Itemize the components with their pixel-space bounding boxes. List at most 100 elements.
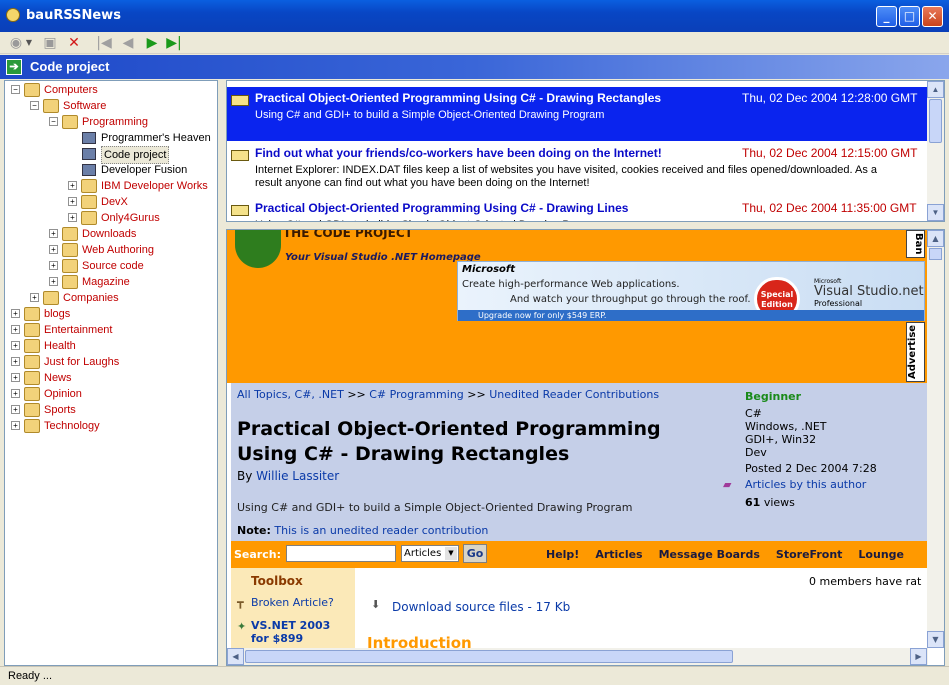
tree-node-label[interactable]: Technology xyxy=(44,418,100,434)
expand-icon[interactable]: + xyxy=(11,341,20,350)
tree-node[interactable]: Programmer's Heaven xyxy=(5,130,215,146)
item-title[interactable]: Practical Object-Oriented Programming Us… xyxy=(255,201,628,215)
tree-node[interactable]: + News xyxy=(5,370,215,386)
ad-cta[interactable]: Upgrade now for only $549 ERP. xyxy=(458,310,924,321)
delete-icon[interactable]: ✕ xyxy=(64,34,84,52)
last-item-icon[interactable]: ▶| xyxy=(164,34,184,52)
item-title[interactable]: Find out what your friends/co-workers ha… xyxy=(255,146,662,160)
next-item-icon[interactable]: ▶ xyxy=(142,34,162,52)
expand-icon[interactable]: + xyxy=(49,277,58,286)
tree-node[interactable]: + IBM Developer Works xyxy=(5,178,215,194)
site-nav-link[interactable]: StoreFront xyxy=(776,548,843,561)
tree-node[interactable]: + Technology xyxy=(5,418,215,434)
tree-node-label[interactable]: Source code xyxy=(82,258,144,274)
tree-node-label[interactable]: Entertainment xyxy=(44,322,112,338)
expand-icon[interactable]: + xyxy=(11,421,20,430)
minimize-button[interactable]: _ xyxy=(876,6,897,27)
tree-node[interactable]: + Sports xyxy=(5,402,215,418)
expand-icon[interactable]: + xyxy=(11,373,20,382)
expand-icon[interactable]: + xyxy=(11,389,20,398)
feed-item[interactable]: Find out what your friends/co-workers ha… xyxy=(227,142,928,196)
download-link[interactable]: Download source files - 17 Kb xyxy=(392,600,570,614)
tree-node[interactable]: + Health xyxy=(5,338,215,354)
site-nav-link[interactable]: Lounge xyxy=(858,548,904,561)
collapse-icon[interactable]: − xyxy=(11,85,20,94)
crumb-topics[interactable]: All Topics, C#, .NET xyxy=(237,388,344,401)
tree-node[interactable]: + Web Authoring xyxy=(5,242,215,258)
tree-node[interactable]: + DevX xyxy=(5,194,215,210)
feed-item[interactable]: Practical Object-Oriented Programming Us… xyxy=(227,87,928,141)
scroll-right-icon[interactable]: ▶ xyxy=(910,648,927,665)
tree-node-label[interactable]: Programmer's Heaven xyxy=(101,130,211,146)
author-link[interactable]: Willie Lassiter xyxy=(256,469,339,483)
scroll-down-icon[interactable]: ▼ xyxy=(927,631,944,648)
browser-vscrollbar[interactable]: ▲ ▼ xyxy=(927,230,944,648)
tree-node-label[interactable]: Downloads xyxy=(82,226,136,242)
vertical-splitter[interactable] xyxy=(219,80,225,666)
tree-node[interactable]: − Software xyxy=(5,98,215,114)
scroll-up-icon[interactable]: ▲ xyxy=(927,230,944,247)
folder-icon[interactable]: ▣ xyxy=(40,34,60,52)
feed-tree[interactable]: − Computers − Software − Programming Programme… xyxy=(4,80,218,666)
first-item-icon[interactable]: |◀ xyxy=(94,34,114,52)
tree-node-label[interactable]: News xyxy=(44,370,72,386)
tree-node[interactable]: − Programming xyxy=(5,114,215,130)
horizontal-splitter[interactable] xyxy=(226,222,945,229)
tree-node[interactable]: + Just for Laughs xyxy=(5,354,215,370)
site-search-input[interactable] xyxy=(286,545,396,562)
item-list[interactable]: Practical Object-Oriented Programming Us… xyxy=(226,80,945,222)
feed-item[interactable]: Practical Object-Oriented Programming Us… xyxy=(227,197,928,221)
note-link[interactable]: This is an unedited reader contribution xyxy=(274,524,488,537)
vs-ad-banner[interactable]: Microsoft Create high-performance Web ap… xyxy=(457,261,925,321)
search-go-button[interactable]: Go xyxy=(463,544,487,563)
dropdown-arrow-icon[interactable]: ▼ xyxy=(24,34,34,52)
tree-node-label[interactable]: DevX xyxy=(101,194,128,210)
tree-node-label[interactable]: IBM Developer Works xyxy=(101,178,208,194)
broken-article-link[interactable]: Broken Article? xyxy=(251,596,334,609)
collapse-icon[interactable]: − xyxy=(49,117,58,126)
tree-node-label[interactable]: Just for Laughs xyxy=(44,354,119,370)
tree-node-label[interactable]: Software xyxy=(63,98,106,114)
expand-icon[interactable]: + xyxy=(68,197,77,206)
tree-node-label[interactable]: Developer Fusion xyxy=(101,162,187,178)
advertise-tab[interactable]: Advertise xyxy=(906,322,925,382)
tree-node[interactable]: + Downloads xyxy=(5,226,215,242)
search-scope-select[interactable]: Articles ▼ xyxy=(401,545,459,562)
scroll-up-icon[interactable]: ▲ xyxy=(927,81,944,98)
expand-icon[interactable]: + xyxy=(68,181,77,190)
scroll-left-icon[interactable]: ◀ xyxy=(227,648,244,665)
list-scrollbar[interactable]: ▲ ▼ xyxy=(927,81,944,221)
site-nav-link[interactable]: Message Boards xyxy=(659,548,760,561)
article-browser[interactable]: THE CODE PROJECT Your Visual Studio .NET… xyxy=(226,229,945,666)
maximize-button[interactable]: □ xyxy=(899,6,920,27)
tree-node[interactable]: + Only4Gurus xyxy=(5,210,215,226)
tree-node[interactable]: Developer Fusion xyxy=(5,162,215,178)
tree-node[interactable]: + Magazine xyxy=(5,274,215,290)
tree-node-label[interactable]: Computers xyxy=(44,82,98,98)
title-bar[interactable]: bauRSSNews _ □ ✕ xyxy=(0,0,949,32)
tree-node-label[interactable]: Opinion xyxy=(44,386,82,402)
expand-icon[interactable]: + xyxy=(49,261,58,270)
collapse-icon[interactable]: − xyxy=(30,101,39,110)
author-articles-link[interactable]: Articles by this author xyxy=(745,478,866,491)
tree-node-label[interactable]: Web Authoring xyxy=(82,242,154,258)
tree-node-label[interactable]: Sports xyxy=(44,402,76,418)
expand-icon[interactable]: + xyxy=(11,357,20,366)
expand-icon[interactable]: + xyxy=(11,405,20,414)
scroll-thumb[interactable] xyxy=(929,99,942,143)
tree-node[interactable]: + Opinion xyxy=(5,386,215,402)
browser-hscrollbar[interactable]: ◀ ▶ xyxy=(227,648,928,665)
expand-icon[interactable]: + xyxy=(30,293,39,302)
scroll-down-icon[interactable]: ▼ xyxy=(927,204,944,221)
expand-icon[interactable]: + xyxy=(11,325,20,334)
tree-node-label[interactable]: Companies xyxy=(63,290,119,306)
tree-node-label[interactable]: blogs xyxy=(44,306,70,322)
expand-icon[interactable]: + xyxy=(68,213,77,222)
tree-node-label[interactable]: Programming xyxy=(82,114,148,130)
site-nav-link[interactable]: Help! xyxy=(546,548,579,561)
side-banner-tab[interactable]: Ban xyxy=(906,230,925,258)
crumb-sub[interactable]: Unedited Reader Contributions xyxy=(489,388,659,401)
scroll-thumb[interactable] xyxy=(245,650,733,663)
tree-node-label[interactable]: Magazine xyxy=(82,274,130,290)
tree-node[interactable]: Code project xyxy=(5,146,215,164)
